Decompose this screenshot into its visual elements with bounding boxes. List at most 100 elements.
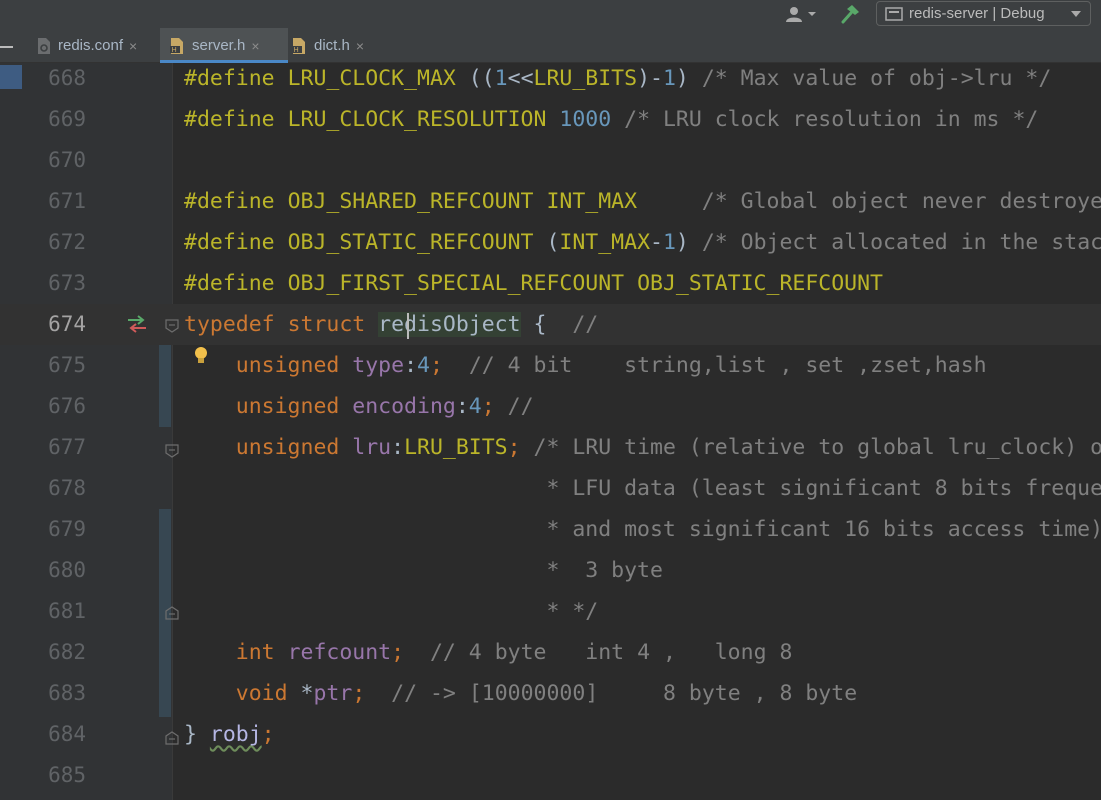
code-token: * 3 byte: [546, 558, 663, 583]
code-line[interactable]: 679 * and most significant 16 bits acces…: [0, 509, 1101, 550]
code-text[interactable]: void *ptr; // -> [10000000] 8 byte , 8 b…: [184, 673, 857, 714]
code-token: struct: [287, 312, 379, 337]
code-token: encoding: [352, 394, 456, 419]
code-token: ;: [352, 681, 366, 706]
code-token: ;: [261, 722, 275, 747]
code-line[interactable]: 669 #define LRU_CLOCK_RESOLUTION 1000 /* …: [0, 99, 1101, 140]
code-line[interactable]: 671 #define OBJ_SHARED_REFCOUNT INT_MAX /…: [0, 181, 1101, 222]
svg-text:H: H: [172, 46, 177, 54]
code-token: /* Global object never destroyed. */: [701, 189, 1101, 214]
fold-icon[interactable]: [165, 444, 179, 458]
line-number: 682: [48, 640, 86, 664]
code-token: #define: [184, 107, 288, 132]
header-file-icon: H: [170, 37, 183, 54]
close-icon[interactable]: ×: [251, 38, 259, 54]
line-number: 678: [48, 476, 86, 500]
code-line[interactable]: 680 * 3 byte: [0, 550, 1101, 591]
lightbulb-icon[interactable]: [192, 345, 210, 367]
code-token: #define: [184, 189, 288, 214]
code-text[interactable]: #define OBJ_SHARED_REFCOUNT INT_MAX /* G…: [184, 181, 1101, 222]
settings-file-icon: [38, 37, 50, 54]
code-text[interactable]: int refcount; // 4 byte int 4 , long 8: [184, 632, 793, 673]
code-line[interactable]: 672 #define OBJ_STATIC_REFCOUNT (INT_MAX-…: [0, 222, 1101, 263]
tab-label: redis.conf: [58, 37, 124, 54]
code-text[interactable]: * */: [184, 591, 598, 632]
line-number: 679: [48, 517, 86, 541]
code-token: LRU_BITS: [533, 66, 638, 91]
code-line[interactable]: 670: [0, 140, 1101, 181]
code-line[interactable]: 673 #define OBJ_FIRST_SPECIAL_REFCOUNT OB…: [0, 263, 1101, 304]
code-text[interactable]: #define LRU_CLOCK_MAX ((1<<LRU_BITS)-1) …: [184, 63, 1051, 99]
code-token: OBJ_FIRST_SPECIAL_REFCOUNT: [287, 271, 638, 296]
code-token: OBJ_SHARED_REFCOUNT: [287, 189, 547, 214]
code-token: ;: [481, 394, 495, 419]
close-icon[interactable]: ×: [129, 38, 137, 54]
hide-panel-icon[interactable]: [0, 46, 13, 48]
code-text[interactable]: * LFU data (least significant 8 bits fre…: [184, 468, 1101, 509]
code-token: //: [572, 312, 599, 337]
code-token: 1: [662, 230, 676, 255]
code-token: unsigned: [235, 435, 353, 460]
navigate-declaration-icon[interactable]: [124, 313, 150, 335]
code-text[interactable]: unsigned lru:LRU_BITS; /* LRU time (rela…: [184, 427, 1101, 468]
code-line[interactable]: 678 * LFU data (least significant 8 bits…: [0, 468, 1101, 509]
code-text[interactable]: unsigned type:4; // 4 bit string,list , …: [184, 345, 987, 386]
fold-icon[interactable]: [165, 319, 179, 333]
code-token: 4: [468, 394, 482, 419]
fold-end-icon[interactable]: [165, 606, 179, 620]
code-token: //: [507, 394, 534, 419]
code-token: lru: [352, 435, 392, 460]
code-token: * LFU data (least significant 8 bits fre…: [546, 476, 1101, 501]
code-text[interactable]: * 3 byte: [184, 550, 663, 591]
code-token: :: [455, 394, 469, 419]
code-line[interactable]: 676 unsigned encoding:4; //: [0, 386, 1101, 427]
code-token: type: [352, 353, 405, 378]
code-token: LRU_BITS: [404, 435, 508, 460]
tab-dict-h[interactable]: H dict.h ×: [284, 28, 390, 63]
code-line[interactable]: 682 int refcount; // 4 byte int 4 , long…: [0, 632, 1101, 673]
code-text[interactable]: typedef struct redisObject { //: [184, 304, 598, 345]
code-token: * and most significant 16 bits access ti…: [546, 517, 1101, 542]
fold-end-icon[interactable]: [165, 731, 179, 745]
code-token: unsigned: [235, 394, 353, 419]
code-line[interactable]: 685: [0, 755, 1101, 796]
tab-server-h[interactable]: H server.h ×: [160, 28, 288, 63]
code-token: // 4 bit string,list , set ,zset,hash: [468, 353, 987, 378]
code-token: #define: [184, 230, 288, 255]
code-token: typedef: [184, 312, 288, 337]
code-text[interactable]: } robj;: [184, 714, 275, 755]
code-token: LRU_CLOCK_MAX: [287, 66, 469, 91]
run-configuration-selector[interactable]: redis-server | Debug: [876, 1, 1091, 26]
code-line[interactable]: 668 #define LRU_CLOCK_MAX ((1<<LRU_BITS)-…: [0, 63, 1101, 99]
code-token: {: [520, 312, 573, 337]
code-token: *: [300, 681, 314, 706]
code-text[interactable]: unsigned encoding:4; //: [184, 386, 534, 427]
chevron-down-icon: [1071, 10, 1081, 17]
user-menu-button[interactable]: [786, 3, 817, 25]
code-token: // -> [10000000] 8 byte , 8 byte: [391, 681, 858, 706]
line-number: 669: [48, 107, 86, 131]
code-text[interactable]: #define OBJ_FIRST_SPECIAL_REFCOUNT OBJ_S…: [184, 263, 883, 304]
main-toolbar: redis-server | Debug: [0, 0, 1101, 28]
code-token: ((: [468, 66, 495, 91]
code-text[interactable]: * and most significant 16 bits access ti…: [184, 509, 1101, 550]
header-file-icon: H: [292, 37, 305, 54]
close-icon[interactable]: ×: [356, 38, 364, 54]
code-line[interactable]: 683 void *ptr; // -> [10000000] 8 byte ,…: [0, 673, 1101, 714]
code-text[interactable]: #define LRU_CLOCK_RESOLUTION 1000 /* LRU…: [184, 99, 1038, 140]
tab-redis-conf[interactable]: redis.conf ×: [30, 28, 164, 63]
line-number: 671: [48, 189, 86, 213]
line-number: 673: [48, 271, 86, 295]
line-number: 675: [48, 353, 86, 377]
line-number: 677: [48, 435, 86, 459]
code-line[interactable]: 675 unsigned type:4; // 4 bit string,lis…: [0, 345, 1101, 386]
code-editor[interactable]: 668 #define LRU_CLOCK_MAX ((1<<LRU_BITS)-…: [0, 63, 1101, 800]
build-button[interactable]: [838, 3, 862, 25]
code-text[interactable]: #define OBJ_STATIC_REFCOUNT (INT_MAX-1) …: [184, 222, 1101, 263]
